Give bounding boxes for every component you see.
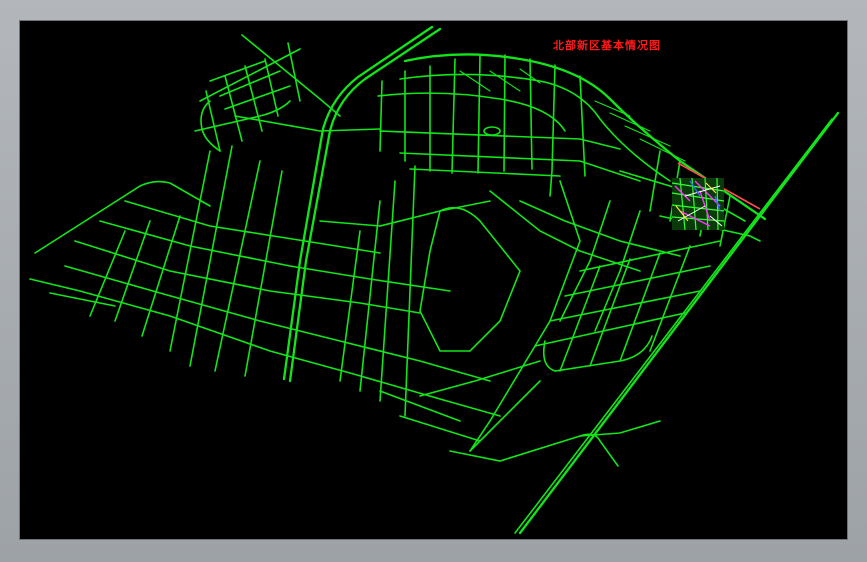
north-grid-row-2: [399, 152, 641, 182]
drawing-title: 北部新区基本情况图: [553, 39, 661, 52]
expressway-east: [518, 111, 840, 535]
west-arterial-south: [29, 278, 501, 417]
central-diagonal-1: [489, 190, 641, 272]
west-arterial-north: [34, 180, 211, 254]
west-col-b: [189, 145, 233, 367]
se-grid-cols: [559, 245, 691, 372]
nw-road-1: [199, 48, 301, 102]
cad-drawing-canvas[interactable]: 北部新区基本情况图: [20, 21, 847, 539]
north-grid-row-3: [409, 168, 561, 177]
west-col-a: [169, 150, 211, 352]
west-east-link: [234, 115, 381, 132]
north-cluster-streets: [459, 68, 541, 92]
se-grid-rows: [534, 240, 721, 347]
west-cols-outer: [89, 215, 181, 337]
south-diagonal: [469, 380, 541, 452]
west-short-1: [49, 292, 116, 307]
central-row-1: [319, 200, 491, 227]
central-col-f: [594, 210, 641, 332]
crescent-boulevard-lower: [377, 92, 566, 132]
trunk-road-west-line: [288, 27, 442, 383]
detail-inset-block: [671, 177, 725, 231]
nw-grid-cols: [205, 58, 279, 152]
north-grid-col-7: [529, 58, 533, 170]
central-loop: [419, 206, 521, 352]
west-street-row-2: [99, 220, 451, 292]
north-grid-col-1: [379, 80, 383, 152]
central-cols-west: [339, 165, 416, 417]
roundabout: [483, 126, 501, 136]
trunk-road-east-line: [282, 25, 434, 381]
central-spine: [469, 180, 581, 452]
north-grid-col-6: [503, 54, 506, 172]
northwest-connector: [241, 34, 341, 117]
west-street-row-3: [124, 200, 381, 254]
central-col-e: [559, 200, 611, 322]
north-grid-col-5: [477, 54, 481, 174]
road-network: [29, 25, 840, 535]
application-frame: 北部新区基本情况图: [0, 0, 867, 562]
crescent-cross-streets: [594, 100, 686, 162]
road-network-map: [29, 25, 840, 535]
